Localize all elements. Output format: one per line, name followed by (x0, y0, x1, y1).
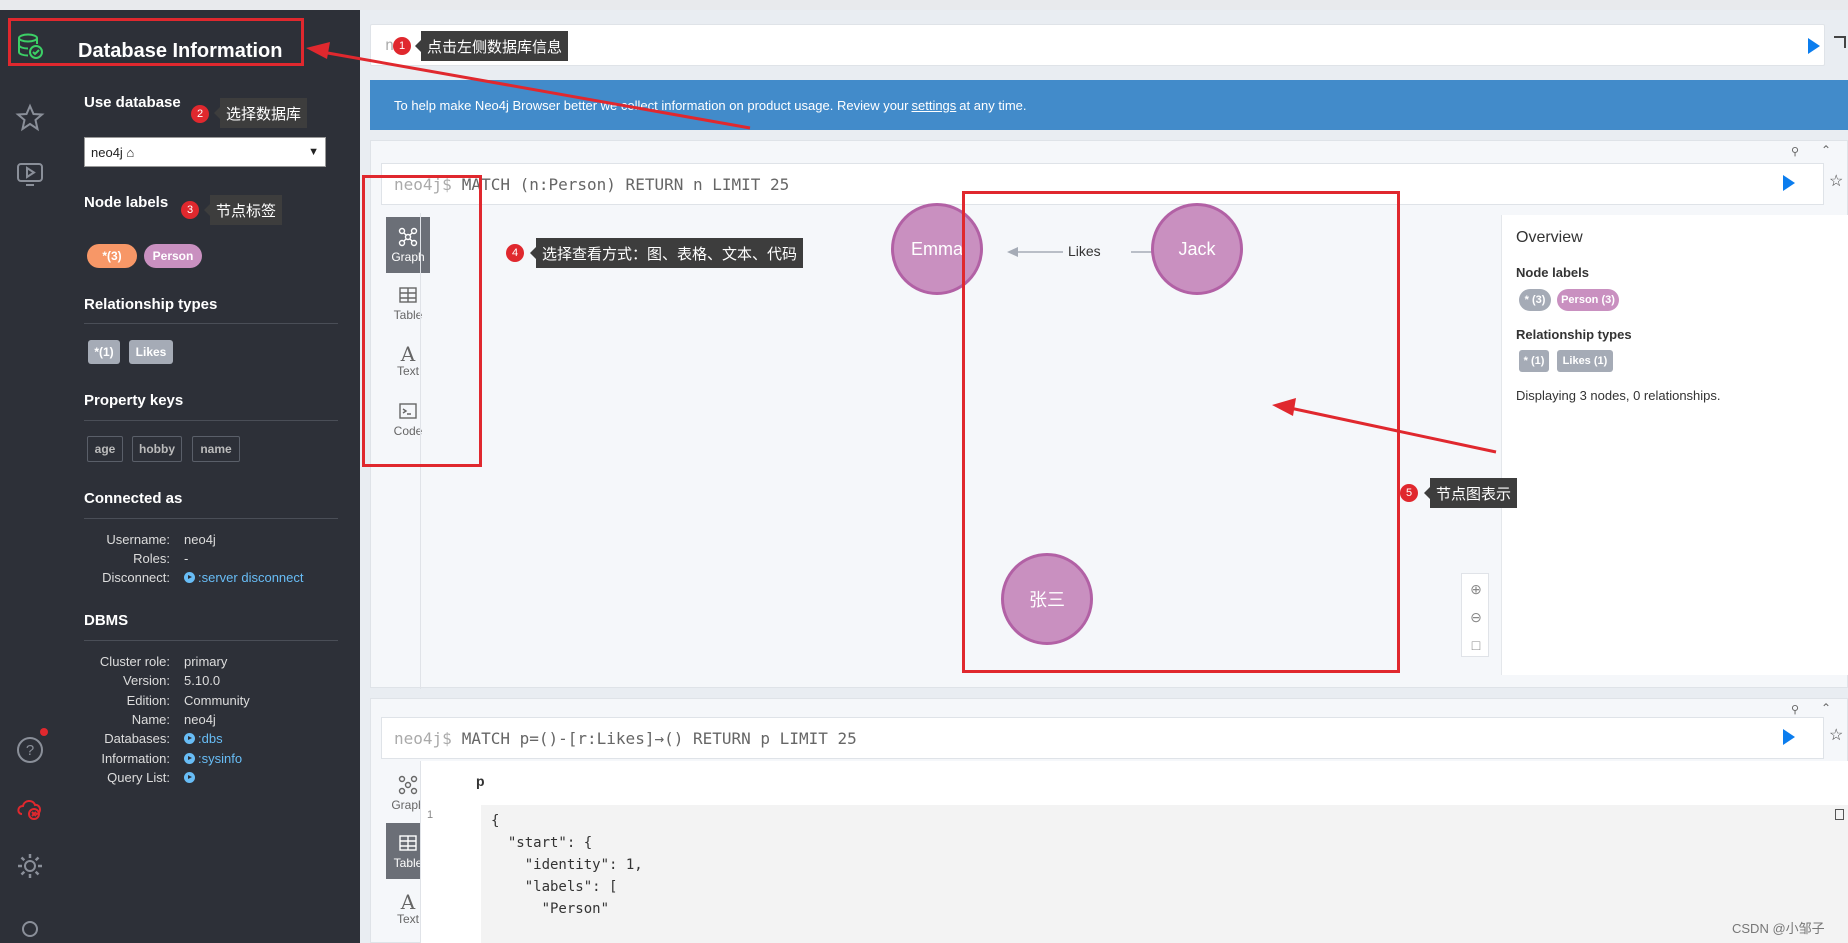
annotation-label: 节点标签 (203, 195, 283, 225)
annotation-number: 1 (393, 37, 411, 55)
watermark: CSDN @小邹子 (1732, 921, 1825, 936)
annotation-label: 选择查看方式：图、表格、文本、代码 (529, 238, 804, 268)
annotation-arrows (306, 42, 1497, 454)
annotation-number: 4 (506, 244, 524, 262)
annotation-label: 点击左侧数据库信息 (414, 31, 569, 61)
annotation-label: 选择数据库 (213, 98, 308, 128)
annotation-number: 2 (191, 105, 209, 123)
annotation-label: 节点图表示 (1423, 478, 1518, 508)
annotation-number: 3 (181, 201, 199, 219)
annotation-number: 5 (1400, 484, 1418, 502)
